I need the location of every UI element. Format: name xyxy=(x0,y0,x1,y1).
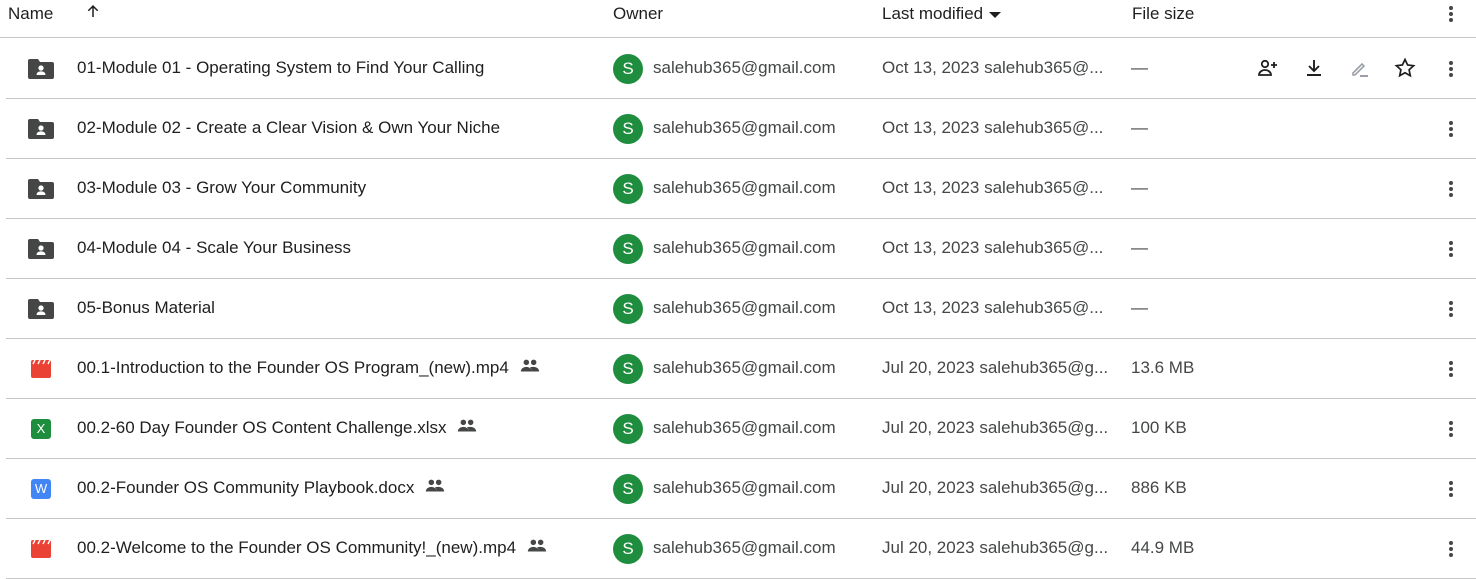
more-vert-icon[interactable] xyxy=(1449,541,1453,557)
column-file-size[interactable]: File size xyxy=(1132,4,1194,24)
folder-icon xyxy=(28,299,54,319)
video-file-icon xyxy=(28,539,54,559)
file-name[interactable]: 01-Module 01 - Operating System to Find … xyxy=(77,58,484,78)
owner: salehub365@gmail.com xyxy=(653,478,836,497)
star-icon[interactable] xyxy=(1393,56,1419,82)
owner: salehub365@gmail.com xyxy=(653,118,836,137)
file-name-label: 02-Module 02 - Create a Clear Vision & O… xyxy=(77,118,501,137)
more-vert-icon[interactable] xyxy=(1449,361,1453,377)
file-size: 44.9 MB xyxy=(1131,538,1195,557)
file-size: — xyxy=(1131,238,1148,257)
file-name-label: 05-Bonus Material xyxy=(77,298,215,317)
file-name[interactable]: 04-Module 04 - Scale Your Business xyxy=(77,238,351,258)
shared-icon xyxy=(519,358,541,379)
file-name[interactable]: 03-Module 03 - Grow Your Community xyxy=(77,178,366,198)
owner: salehub365@gmail.com xyxy=(653,298,836,317)
more-vert-icon[interactable] xyxy=(1449,121,1453,137)
file-name-label: 00.1-Introduction to the Founder OS Prog… xyxy=(77,358,509,377)
owner: salehub365@gmail.com xyxy=(653,358,836,377)
more-vert-icon[interactable] xyxy=(1449,481,1453,497)
arrow-up-icon[interactable] xyxy=(84,2,102,25)
file-name[interactable]: 00.2-60 Day Founder OS Content Challenge… xyxy=(77,418,478,439)
last-modified: Jul 20, 2023 salehub365@g... xyxy=(882,358,1109,377)
more-vert-icon[interactable] xyxy=(1449,181,1453,197)
file-name[interactable]: 02-Module 02 - Create a Clear Vision & O… xyxy=(77,118,500,138)
file-name[interactable]: 00.2-Welcome to the Founder OS Community… xyxy=(77,538,548,559)
more-vert-icon[interactable] xyxy=(1449,61,1453,77)
avatar: S xyxy=(613,294,643,324)
shared-icon xyxy=(424,478,446,499)
file-name-label: 00.2-Welcome to the Founder OS Community… xyxy=(77,538,517,557)
avatar: S xyxy=(613,414,643,444)
file-row[interactable]: 03-Module 03 - Grow Your Community Ssaleh… xyxy=(6,159,1476,219)
file-size: — xyxy=(1131,178,1148,197)
file-row[interactable]: 05-Bonus Material Ssalehub365@gmail.com Oc… xyxy=(6,279,1476,339)
last-modified: Jul 20, 2023 salehub365@g... xyxy=(882,418,1109,437)
list-header: Name Owner Last modified File size xyxy=(0,0,1476,38)
more-vert-icon[interactable] xyxy=(1449,241,1453,257)
folder-icon xyxy=(28,239,54,259)
last-modified: Oct 13, 2023 salehub365@... xyxy=(882,118,1104,137)
file-size: 100 KB xyxy=(1131,418,1187,437)
owner: salehub365@gmail.com xyxy=(653,538,836,557)
rename-icon[interactable] xyxy=(1348,56,1374,82)
owner: salehub365@gmail.com xyxy=(653,178,836,197)
more-vert-icon[interactable] xyxy=(1449,421,1453,437)
share-icon[interactable] xyxy=(1256,56,1282,82)
avatar: S xyxy=(613,234,643,264)
file-row[interactable]: 04-Module 04 - Scale Your Business Ssaleh… xyxy=(6,219,1476,279)
file-row[interactable]: 00.2-Welcome to the Founder OS Community… xyxy=(6,519,1476,579)
avatar: S xyxy=(613,114,643,144)
folder-icon xyxy=(28,179,54,199)
file-row[interactable]: X 00.2-60 Day Founder OS Content Challeng… xyxy=(6,399,1476,459)
last-modified: Oct 13, 2023 salehub365@... xyxy=(882,178,1104,197)
owner: salehub365@gmail.com xyxy=(653,418,836,437)
file-row[interactable]: 00.1-Introduction to the Founder OS Prog… xyxy=(6,339,1476,399)
column-name[interactable]: Name xyxy=(8,4,53,24)
last-modified: Oct 13, 2023 salehub365@... xyxy=(882,298,1104,317)
document-file-icon: W xyxy=(28,479,54,499)
last-modified: Jul 20, 2023 salehub365@g... xyxy=(882,538,1109,557)
last-modified: Jul 20, 2023 salehub365@g... xyxy=(882,478,1109,497)
file-name-label: 03-Module 03 - Grow Your Community xyxy=(77,178,367,197)
avatar: S xyxy=(613,354,643,384)
file-size: 13.6 MB xyxy=(1131,358,1195,377)
download-icon[interactable] xyxy=(1302,56,1328,82)
column-last-modified-label: Last modified xyxy=(882,4,984,23)
file-row[interactable]: 01-Module 01 - Operating System to Find … xyxy=(6,39,1476,99)
avatar: S xyxy=(613,534,643,564)
column-last-modified[interactable]: Last modified xyxy=(882,4,1002,24)
file-name-label: 01-Module 01 - Operating System to Find … xyxy=(77,58,485,77)
video-file-icon xyxy=(28,359,54,379)
last-modified: Oct 13, 2023 salehub365@... xyxy=(882,58,1104,77)
owner: salehub365@gmail.com xyxy=(653,58,836,77)
shared-icon xyxy=(456,418,478,439)
column-owner[interactable]: Owner xyxy=(613,4,663,24)
avatar: S xyxy=(613,54,643,84)
avatar: S xyxy=(613,474,643,504)
file-name[interactable]: 00.2-Founder OS Community Playbook.docx xyxy=(77,478,446,499)
last-modified: Oct 13, 2023 salehub365@... xyxy=(882,238,1104,257)
more-vert-icon[interactable] xyxy=(1449,6,1453,22)
file-row[interactable]: W 00.2-Founder OS Community Playbook.docx… xyxy=(6,459,1476,519)
file-size: — xyxy=(1131,118,1148,137)
folder-icon xyxy=(28,59,54,79)
file-name[interactable]: 00.1-Introduction to the Founder OS Prog… xyxy=(77,358,541,379)
file-name[interactable]: 05-Bonus Material xyxy=(77,298,215,318)
shared-icon xyxy=(526,538,548,559)
caret-down-icon xyxy=(989,11,1002,18)
file-name-label: 04-Module 04 - Scale Your Business xyxy=(77,238,352,257)
file-name-label: 00.2-60 Day Founder OS Content Challenge… xyxy=(77,418,447,437)
spreadsheet-file-icon: X xyxy=(28,419,54,439)
folder-icon xyxy=(28,119,54,139)
owner: salehub365@gmail.com xyxy=(653,238,836,257)
file-size: 886 KB xyxy=(1131,478,1187,497)
file-size: — xyxy=(1131,58,1148,77)
more-vert-icon[interactable] xyxy=(1449,301,1453,317)
file-name-label: 00.2-Founder OS Community Playbook.docx xyxy=(77,478,415,497)
file-size: — xyxy=(1131,298,1148,317)
file-row[interactable]: 02-Module 02 - Create a Clear Vision & O… xyxy=(6,99,1476,159)
avatar: S xyxy=(613,174,643,204)
